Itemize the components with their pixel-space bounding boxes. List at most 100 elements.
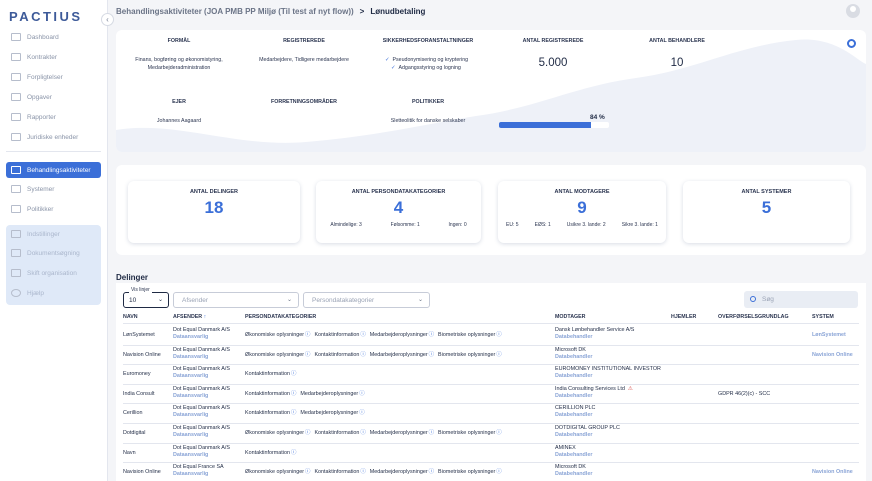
sidebar-item-indstillinger[interactable]: Indstillinger [6, 226, 101, 242]
card-sub: Sikre 3. lande: 1 [621, 222, 658, 228]
sidebar-item-label: Indstillinger [27, 230, 60, 238]
cell-modtager: AMINEX Databehandler [555, 444, 593, 458]
cell-system[interactable]: Navision Online [812, 352, 853, 359]
dashboard-icon [11, 33, 21, 41]
sidebar-item-label: Systemer [27, 185, 55, 193]
cell-afsender: Dot Equal Danmark A/S Dataansvarlig [173, 346, 230, 360]
sikkerhed-label: SIKKERHEDSFORANSTALTNINGER [382, 38, 474, 44]
sidebar-item-politikker[interactable]: Politikker [6, 201, 101, 217]
cell-system[interactable]: LønSystemet [812, 332, 846, 339]
category-tag: Kontaktinformation [314, 332, 365, 338]
category-tag: Økonomiske oplysninger [245, 352, 310, 358]
table-row[interactable]: India Consult Dot Equal Danmark A/S Dataan… [116, 385, 866, 405]
breadcrumb-parent[interactable]: Behandlingsaktiviteter (JOA PMB PP Miljø… [116, 7, 354, 16]
category-tag: Biometriske oplysninger [438, 332, 502, 338]
progress-fill [499, 122, 592, 128]
delinger-table: Vis linjer 10 ⌄ Afsender ⌄ Persondatakat… [116, 283, 866, 481]
sidebar-item-hjaelp[interactable]: Hjælp [6, 285, 101, 301]
gear-icon[interactable] [847, 39, 856, 48]
card-antal-persondatakategorier: ANTAL PERSONDATAKATEGORIER 4 Almindelige… [316, 181, 481, 243]
sidebar-item-label: Opgaver [27, 93, 52, 101]
cell-overfoerselsgrundlag: GDPR 46(2)(c) - SCC [718, 390, 771, 397]
sidebar-item-dokumentsoegning[interactable]: Dokumentsøgning [6, 245, 101, 261]
modtager-role: Databehandler [555, 373, 593, 380]
cell-persondatakategorier: Kontaktinformation [245, 450, 300, 457]
sidebar-item-label: Juridiske enheder [27, 133, 79, 141]
cell-navn: Navision Online [123, 351, 161, 358]
sidebar-item-forpligtelser[interactable]: Forpligtelser [6, 69, 101, 85]
sidebar-item-behandlingsaktiviteter[interactable]: Behandlingsaktiviteter [6, 162, 101, 178]
category-tag: Biometriske oplysninger [438, 469, 502, 475]
sidebar-item-kontrakter[interactable]: Kontrakter [6, 49, 101, 65]
category-tag: Kontaktinformation [245, 410, 296, 416]
column-header-hjemler[interactable]: HJEMLER [671, 314, 696, 320]
header-divider [123, 323, 859, 324]
column-header-modtager[interactable]: MODTAGER [555, 314, 586, 320]
category-tag: Kontaktinformation [245, 371, 296, 377]
persondatakategorier-filter[interactable]: Persondatakategorier ⌄ [303, 292, 430, 308]
category-tag: Kontaktinformation [314, 352, 365, 358]
card-sub: Usikre 3. lande: 2 [566, 222, 606, 228]
antal-behandlere-value: 10 [670, 57, 684, 69]
card-value: 4 [393, 198, 404, 217]
cell-afsender: Dot Equal Danmark A/S Dataansvarlig [173, 405, 230, 419]
column-header-persondatakategorier[interactable]: PERSONDATAKATEGORIER [245, 314, 316, 320]
sidebar-item-label: Dashboard [27, 33, 59, 41]
sidebar-item-juridiske-enheder[interactable]: Juridiske enheder [6, 129, 101, 145]
card-sub: Følsomme: 1 [390, 222, 420, 228]
column-header-navn[interactable]: NAVN [123, 314, 138, 320]
cell-navn: LønSystemet [123, 332, 155, 338]
category-tag: Medarbejderoplysninger [370, 430, 434, 436]
table-row[interactable]: Euromoney Dot Equal Danmark A/S Dataansvar… [116, 365, 866, 385]
politikker-label: POLITIKKER [411, 99, 445, 105]
modtager-role: Databehandler [555, 471, 593, 478]
ejer-label: EJER [172, 99, 186, 105]
card-sub: Almindelige: 3 [330, 222, 362, 228]
collapse-sidebar-button[interactable]: ‹ [101, 13, 114, 26]
cell-modtager: DOTDIGITAL GROUP PLC Databehandler [555, 425, 620, 438]
sidebar-item-rapporter[interactable]: Rapporter [6, 109, 101, 125]
politikker-value: Sletteolitik for danske selskaber [390, 118, 466, 124]
modtager-role: Databehandler [555, 412, 593, 419]
rows-per-page-select[interactable]: 10 ⌄ [123, 292, 169, 308]
search-icon [750, 296, 756, 302]
table-row[interactable]: Navision Online Dot Equal France SA Dataan… [116, 463, 866, 481]
sikkerhed-item: ✓ Pseudonymisering og kryptering [385, 57, 469, 63]
column-header-overfoerselsgrundlag[interactable]: OVERFØRSELSGRUNDLAG [718, 314, 789, 320]
summary-panel: FORMÅL Finans, bogføring og økonomistyri… [116, 30, 866, 152]
sidebar-item-systemer[interactable]: Systemer [6, 181, 101, 197]
table-row[interactable]: Cerillion Dot Equal Danmark A/S Dataansvar… [116, 404, 866, 424]
table-row[interactable]: LønSystemet Dot Equal Danmark A/S Dataansv… [116, 326, 866, 346]
table-row[interactable]: Dotdigital Dot Equal Danmark A/S Dataansva… [116, 424, 866, 444]
card-title: ANTAL PERSONDATAKATEGORIER [351, 189, 446, 195]
column-header-system[interactable]: SYSTEM [812, 314, 834, 320]
switch-icon [11, 269, 21, 277]
afsender-filter-placeholder: Afsender [182, 297, 209, 304]
cell-system[interactable]: Navision Online [812, 469, 853, 476]
cell-persondatakategorier: Kontaktinformation Medarbejderoplysninger [245, 410, 369, 417]
afsender-filter[interactable]: Afsender ⌄ [173, 292, 299, 308]
table-row[interactable]: Navn Dot Equal Danmark A/S Dataansvarlig Ko… [116, 444, 866, 464]
table-row[interactable]: Navision Online Dot Equal Danmark A/S Data… [116, 346, 866, 366]
search-placeholder: Søg [762, 296, 774, 303]
sidebar-item-dashboard[interactable]: Dashboard [6, 29, 101, 45]
avatar[interactable] [846, 4, 860, 18]
cell-modtager: Dansk Lønbehandler Service A/S Databehand… [555, 327, 635, 340]
search-icon [11, 249, 21, 257]
search-input[interactable]: Søg [744, 291, 858, 308]
category-tag: Medarbejderoplysninger [300, 391, 364, 397]
sidebar: PACTIUS Dashboard Kontrakter Forpligtels… [0, 0, 108, 481]
afsender-role: Dataansvarlig [173, 432, 209, 438]
column-header-afsender[interactable]: AFSENDER ↑ [173, 314, 206, 320]
obligation-icon [11, 73, 21, 81]
modtager-role: Databehandler [555, 392, 593, 399]
sidebar-secondary-box: Indstillinger Dokumentsøgning Skift orga… [6, 225, 101, 305]
cell-afsender: Dot Equal Danmark A/S Dataansvarlig [173, 385, 230, 399]
sidebar-item-skift-organisation[interactable]: Skift organisation [6, 265, 101, 281]
sidebar-item-label: Rapporter [27, 113, 56, 121]
category-tag: Biometriske oplysninger [438, 352, 502, 358]
afsender-role: Dataansvarlig [173, 392, 209, 399]
cell-navn: Dotdigital [123, 430, 146, 436]
cell-persondatakategorier: Økonomiske oplysninger Kontaktinformation… [245, 332, 506, 339]
sidebar-item-opgaver[interactable]: Opgaver [6, 89, 101, 105]
